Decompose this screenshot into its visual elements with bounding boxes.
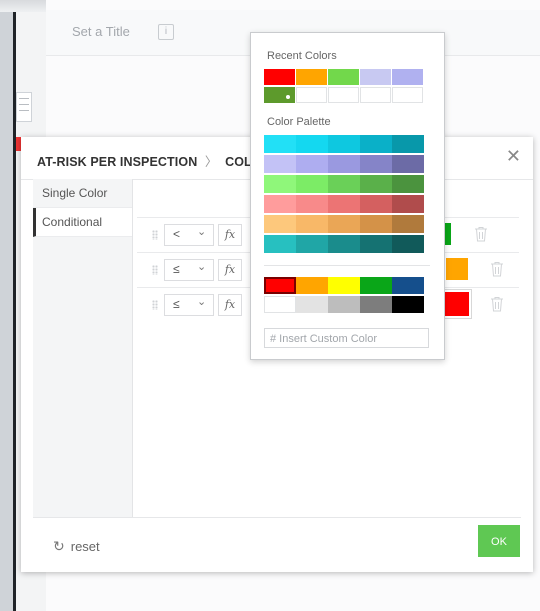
trash-icon[interactable] [490, 296, 504, 312]
palette-color-swatch[interactable] [392, 175, 424, 193]
operator-select[interactable]: ≤ ⌄ [164, 294, 214, 316]
palette-color-swatch[interactable] [264, 135, 296, 153]
recent-color-empty-slot [392, 87, 423, 103]
recent-color-swatch[interactable] [296, 69, 327, 85]
formula-button[interactable]: fx [218, 294, 242, 316]
palette-color-swatch[interactable] [296, 155, 328, 173]
recent-color-swatch[interactable] [392, 69, 423, 85]
nav-item-conditional[interactable]: Conditional [33, 208, 132, 237]
rule-color-swatch-selected[interactable] [445, 292, 469, 316]
basic-color-swatch[interactable] [264, 277, 296, 294]
basic-color-swatch[interactable] [296, 277, 328, 294]
chevron-down-icon: ⌄ [197, 261, 207, 273]
palette-color-swatch[interactable] [328, 215, 360, 233]
recent-color-swatch[interactable] [264, 69, 295, 85]
formula-button[interactable]: fx [218, 259, 242, 281]
palette-color-swatch[interactable] [360, 215, 392, 233]
color-palette-label: Color Palette [267, 116, 331, 128]
palette-color-swatch[interactable] [328, 135, 360, 153]
recent-colors-grid [264, 69, 424, 105]
palette-color-swatch[interactable] [392, 235, 424, 253]
formula-button[interactable]: fx [218, 224, 242, 246]
basic-color-swatch[interactable] [392, 277, 424, 294]
menu-icon[interactable] [16, 92, 32, 122]
basic-color-swatch[interactable] [360, 277, 392, 294]
drag-handle-icon[interactable] [152, 230, 158, 240]
operator-value: < [173, 227, 181, 241]
palette-color-swatch[interactable] [296, 175, 328, 193]
operator-value: ≤ [173, 262, 180, 276]
palette-color-swatch[interactable] [264, 175, 296, 193]
palette-color-swatch[interactable] [328, 195, 360, 213]
recent-color-empty-slot [296, 87, 327, 103]
palette-color-swatch[interactable] [360, 235, 392, 253]
selected-dot-icon [286, 95, 290, 99]
reset-button[interactable]: ↻ reset [53, 538, 100, 555]
operator-select[interactable]: < ⌄ [164, 224, 214, 246]
basic-color-swatch[interactable] [264, 296, 296, 313]
chevron-down-icon: ⌄ [197, 226, 207, 238]
basic-colors-grid [264, 277, 424, 315]
palette-color-swatch[interactable] [392, 195, 424, 213]
modal-footer: ↻ reset OK [33, 517, 521, 573]
nav-item-single-color[interactable]: Single Color [33, 179, 132, 208]
palette-color-swatch[interactable] [360, 175, 392, 193]
basic-color-swatch[interactable] [360, 296, 392, 313]
reset-label: reset [70, 539, 100, 554]
modal-title: AT-RISK PER INSPECTION 〉 COLO [37, 151, 262, 170]
close-icon[interactable]: ✕ [506, 147, 521, 165]
palette-color-swatch[interactable] [264, 235, 296, 253]
color-mode-nav: Single Color Conditional [33, 179, 133, 517]
rule-color-swatch[interactable] [446, 258, 468, 280]
custom-color-input[interactable] [264, 328, 429, 348]
ok-button[interactable]: OK [478, 525, 520, 557]
chevron-down-icon: ⌄ [197, 296, 207, 308]
drag-handle-icon[interactable] [152, 265, 158, 275]
color-picker-popover: Recent Colors Color Palette [250, 32, 445, 360]
operator-value: ≤ [173, 297, 180, 311]
breadcrumb-widget: AT-RISK PER INSPECTION [37, 155, 198, 169]
palette-color-swatch[interactable] [360, 155, 392, 173]
info-icon[interactable]: i [158, 24, 174, 40]
breadcrumb-separator-icon: 〉 [204, 155, 218, 169]
color-palette-grid [264, 135, 424, 255]
palette-color-swatch[interactable] [360, 195, 392, 213]
picker-divider [264, 265, 430, 266]
palette-color-swatch[interactable] [264, 215, 296, 233]
drag-handle-icon[interactable] [152, 300, 158, 310]
palette-color-swatch[interactable] [328, 155, 360, 173]
trash-icon[interactable] [490, 261, 504, 277]
palette-color-swatch[interactable] [392, 135, 424, 153]
palette-color-swatch[interactable] [328, 235, 360, 253]
palette-color-swatch[interactable] [392, 215, 424, 233]
recent-color-empty-slot [328, 87, 359, 103]
palette-color-swatch[interactable] [392, 155, 424, 173]
palette-color-swatch[interactable] [296, 195, 328, 213]
palette-color-swatch[interactable] [360, 135, 392, 153]
palette-color-swatch[interactable] [264, 195, 296, 213]
palette-color-swatch[interactable] [296, 135, 328, 153]
recent-colors-label: Recent Colors [267, 50, 337, 62]
operator-select[interactable]: ≤ ⌄ [164, 259, 214, 281]
palette-color-swatch[interactable] [328, 175, 360, 193]
corner-tab [0, 0, 46, 12]
palette-color-swatch[interactable] [296, 235, 328, 253]
basic-color-swatch[interactable] [392, 296, 424, 313]
palette-color-swatch[interactable] [296, 215, 328, 233]
trash-icon[interactable] [474, 226, 488, 242]
basic-color-swatch[interactable] [296, 296, 328, 313]
basic-color-swatch[interactable] [328, 277, 360, 294]
recent-color-swatch[interactable] [360, 69, 391, 85]
widget-title[interactable]: Set a Title [72, 24, 130, 39]
recent-color-swatch[interactable] [264, 87, 295, 103]
recent-color-swatch[interactable] [328, 69, 359, 85]
basic-color-swatch[interactable] [328, 296, 360, 313]
undo-icon: ↻ [53, 538, 65, 554]
recent-color-empty-slot [360, 87, 391, 103]
palette-color-swatch[interactable] [264, 155, 296, 173]
